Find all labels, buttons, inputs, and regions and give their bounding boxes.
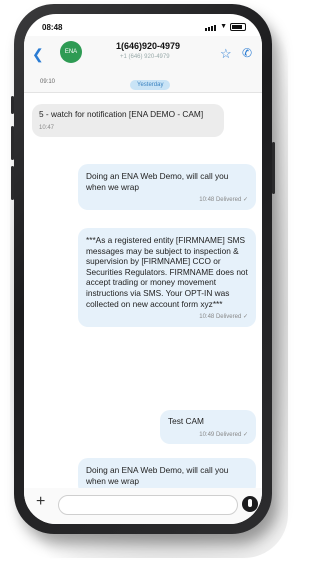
phone-icon[interactable]: ✆ (242, 46, 252, 60)
message-input[interactable] (58, 495, 238, 515)
contact-name[interactable]: 1(646)920-4979 (116, 41, 180, 51)
microphone-icon[interactable] (242, 496, 258, 512)
message-bubble-incoming[interactable]: 5 - watch for notification [ENA DEMO - C… (32, 104, 224, 138)
volume-down-button (11, 166, 14, 200)
day-divider: Yesterday (130, 80, 171, 90)
contact-subtitle: +1 (646) 920-4979 (120, 54, 170, 60)
message-text: Test CAM (168, 416, 204, 426)
status-icons: ▼ (205, 22, 246, 31)
message-bubble-outgoing[interactable]: Doing an ENA Web Demo, will call you whe… (78, 164, 256, 210)
message-composer: + (24, 488, 262, 524)
message-time: 10:49 (199, 431, 215, 438)
message-time: 10:48 (199, 197, 215, 204)
mute-switch (11, 96, 14, 114)
status-bar: 08:48 ▼ (24, 14, 262, 36)
battery-icon (230, 22, 246, 31)
phone-screen: 08:48 ▼ ❮ ENA 1(646)920-4979 +1 (646) 92… (24, 14, 262, 524)
check-icon: ✓ (242, 197, 248, 204)
wifi-icon: ▼ (220, 23, 227, 30)
conversation-header: ❮ ENA 1(646)920-4979 +1 (646) 920-4979 ☆… (24, 36, 262, 93)
message-time: 10:48 (199, 314, 215, 321)
delivery-status: Delivered (215, 314, 242, 321)
message-meta: 10:49 Delivered ✓ (168, 430, 248, 441)
signal-icon (205, 22, 217, 31)
message-meta: 10:48 Delivered ✓ (86, 195, 248, 206)
message-text: ***As a registered entity [FIRMNAME] SMS… (86, 235, 248, 309)
message-text: 5 - watch for notification [ENA DEMO - C… (39, 109, 204, 119)
status-time: 08:48 (42, 23, 63, 32)
chevron-left-icon[interactable]: ❮ (32, 46, 44, 63)
delivery-status: Delivered (215, 431, 242, 438)
check-icon: ✓ (242, 314, 248, 321)
message-text: Doing an ENA Web Demo, will call you whe… (86, 465, 229, 486)
plus-icon[interactable]: + (36, 493, 45, 511)
message-time: 10:47 (39, 124, 55, 131)
volume-up-button (11, 126, 14, 160)
star-icon[interactable]: ☆ (220, 46, 232, 62)
delivery-status: Delivered (215, 197, 242, 204)
message-meta: 10:48 Delivered ✓ (86, 312, 248, 323)
message-bubble-outgoing[interactable]: Test CAM 10:49 Delivered ✓ (160, 410, 256, 445)
power-button (272, 142, 275, 194)
previous-message-time: 09:10 (40, 79, 56, 85)
avatar[interactable]: ENA (60, 41, 82, 63)
message-bubble-outgoing[interactable]: ***As a registered entity [FIRMNAME] SMS… (78, 228, 256, 327)
check-icon: ✓ (242, 431, 248, 438)
message-text: Doing an ENA Web Demo, will call you whe… (86, 171, 229, 192)
phone-frame: 08:48 ▼ ❮ ENA 1(646)920-4979 +1 (646) 92… (11, 4, 275, 534)
